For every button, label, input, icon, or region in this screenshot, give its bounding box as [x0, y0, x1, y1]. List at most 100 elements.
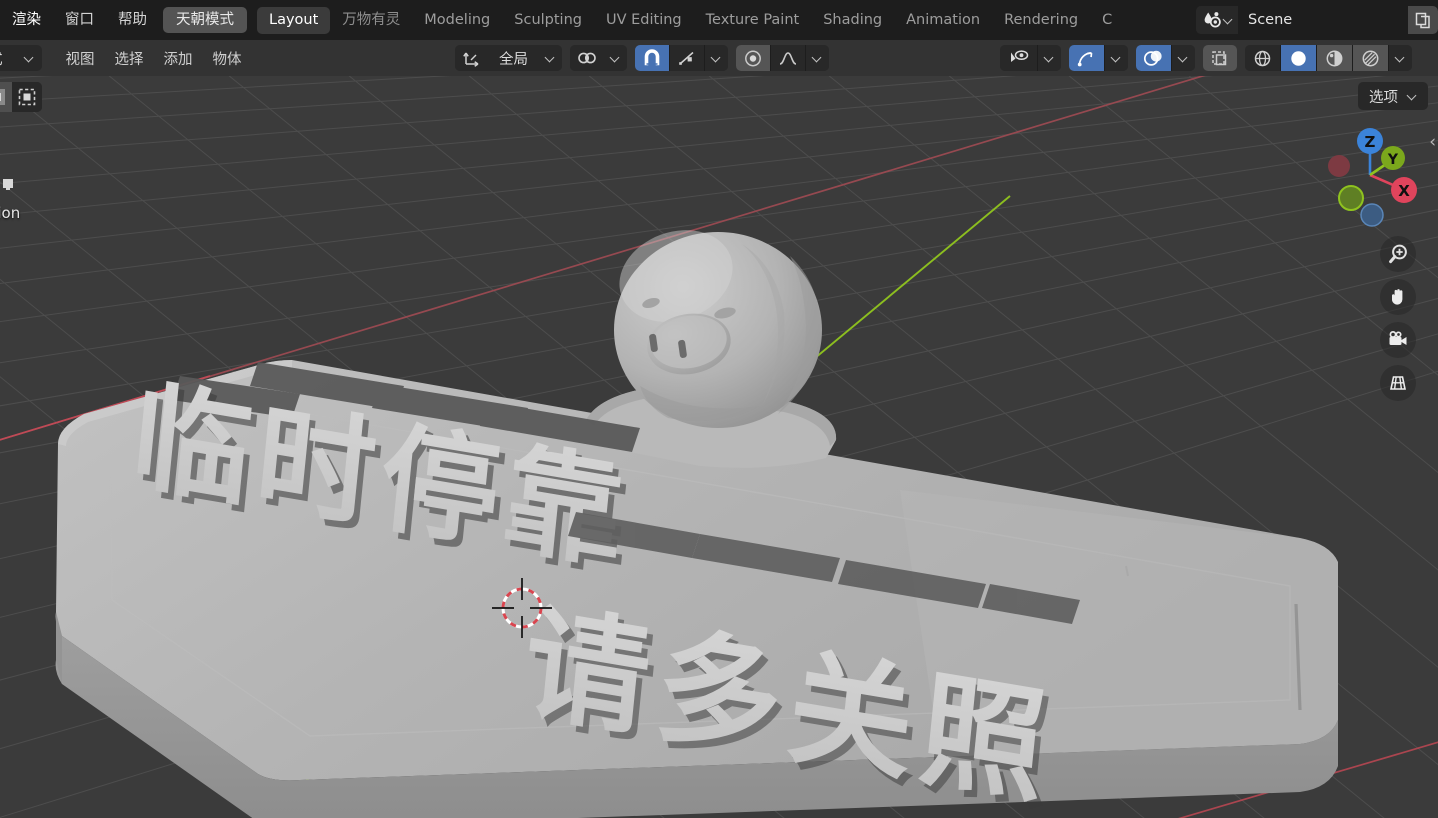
chevron-down-icon	[1408, 92, 1417, 101]
shading-dropdown-button[interactable]	[1388, 45, 1412, 71]
tab-animation[interactable]: Animation	[894, 7, 992, 34]
menu-help[interactable]: 帮助	[106, 0, 159, 40]
gizmo-label-y: Y	[1387, 152, 1399, 168]
solid-shading-icon[interactable]	[1280, 45, 1316, 71]
camera-view-icon[interactable]	[1380, 322, 1416, 358]
orientation-icon[interactable]	[455, 45, 488, 71]
transform-orientation-value[interactable]: 全局	[488, 45, 539, 71]
tab-texture-paint[interactable]: Texture Paint	[694, 7, 812, 34]
sidebar-toggle-icon[interactable]: ‹	[1429, 134, 1436, 151]
chevron-down-icon	[611, 54, 620, 63]
navigation-gizmo[interactable]: Z Y X	[1315, 120, 1425, 230]
object-visibility-group	[1000, 45, 1061, 71]
tab-wanwuyouling[interactable]: 万物有灵	[330, 7, 412, 34]
menu-render[interactable]: 渲染	[0, 0, 53, 40]
gizmo-icon[interactable]	[1069, 45, 1104, 71]
chevron-down-icon	[712, 54, 721, 63]
header-menu-object[interactable]: 物体	[203, 48, 252, 69]
viewport-nav-buttons	[1380, 236, 1416, 401]
scene-selector: Scene	[1196, 6, 1438, 34]
menu-tianchao-mode[interactable]: 天朝模式	[163, 7, 247, 33]
orthographic-grid-icon[interactable]	[1380, 365, 1416, 401]
rendered-shading-icon[interactable]	[1352, 45, 1388, 71]
workspace-tabs: Layout 万物有灵 Modeling Sculpting UV Editin…	[257, 0, 1124, 40]
options-label: 选项	[1369, 89, 1398, 106]
scene-browse-icon[interactable]	[1196, 6, 1238, 34]
tweak-select-icon[interactable]	[0, 82, 12, 112]
header-center-controls: 全局	[455, 45, 829, 71]
collection-name: ection	[0, 204, 21, 222]
menu-window[interactable]: 窗口	[53, 0, 106, 40]
orientation-label: 全局	[499, 51, 528, 68]
transform-orientation-group: 全局	[455, 45, 562, 71]
top-bar-menus: 渲染 窗口 帮助 天朝模式	[0, 0, 247, 40]
scene-controls: Scene	[1196, 0, 1438, 40]
chevron-down-icon	[1112, 54, 1121, 63]
chevron-down-icon	[1396, 54, 1405, 63]
wireframe-shading-icon[interactable]	[1245, 45, 1280, 71]
tab-uv-editing[interactable]: UV Editing	[594, 7, 694, 34]
snap-increment-icon[interactable]	[669, 45, 704, 71]
chevron-down-icon	[1179, 54, 1188, 63]
viewport-collection-label: ection	[0, 179, 21, 222]
xray-group	[1203, 45, 1237, 71]
user-perspective-icon	[0, 176, 16, 192]
snap-target-icon[interactable]	[570, 45, 604, 71]
header-menu-select[interactable]: 选择	[105, 48, 154, 69]
zoom-icon[interactable]	[1380, 236, 1416, 272]
object-mode-selector[interactable]: 式	[0, 45, 42, 71]
new-scene-icon[interactable]	[1408, 6, 1438, 34]
gizmo-axis-neg-z	[1360, 203, 1384, 227]
gizmo-dropdown-button[interactable]	[1104, 45, 1128, 71]
3d-viewport[interactable]: 临时停靠 临时停靠 请多关照 请多关照 on 选项 ‹ Z Y X	[0, 76, 1438, 818]
material-preview-shading-icon[interactable]	[1316, 45, 1352, 71]
viewport-header: 式 视图 选择 添加 物体	[0, 40, 1438, 76]
snap-target-dropdown-button[interactable]	[604, 45, 627, 71]
scene-name-field[interactable]: Scene	[1238, 6, 1408, 34]
chevron-down-icon	[546, 54, 555, 63]
magnet-icon[interactable]	[635, 45, 669, 71]
chevron-down-icon	[25, 54, 34, 63]
snap-dropdown-button[interactable]	[704, 45, 728, 71]
tab-rendering[interactable]: Rendering	[992, 7, 1090, 34]
gizmo-label-z: Z	[1365, 133, 1376, 151]
shading-modes-group	[1245, 45, 1412, 71]
gizmo-group	[1069, 45, 1128, 71]
falloff-dropdown-button[interactable]	[805, 45, 829, 71]
header-menus: 视图 选择 添加 物体	[56, 48, 252, 69]
tab-layout[interactable]: Layout	[257, 6, 331, 34]
overlays-group	[1136, 45, 1195, 71]
select-mode-toolbar	[0, 82, 42, 112]
tab-shading[interactable]: Shading	[811, 7, 894, 34]
header-menu-view[interactable]: 视图	[56, 48, 105, 69]
mode-label: 式	[0, 48, 3, 69]
tab-modeling[interactable]: Modeling	[412, 7, 502, 34]
gizmo-label-x: X	[1398, 182, 1410, 200]
gizmo-axis-neg-y	[1338, 185, 1364, 211]
header-right-controls	[1000, 45, 1412, 71]
smooth-falloff-icon[interactable]	[770, 45, 805, 71]
chevron-down-icon	[1224, 16, 1233, 25]
snap-group	[635, 45, 728, 71]
visibility-dropdown-button[interactable]	[1037, 45, 1061, 71]
viewport-options-button[interactable]: 选项	[1358, 82, 1428, 110]
chevron-down-icon	[813, 54, 822, 63]
orientation-dropdown-button[interactable]	[539, 45, 562, 71]
box-select-icon[interactable]	[12, 82, 42, 112]
overlays-icon[interactable]	[1136, 45, 1171, 71]
object-types-visibility-icon[interactable]	[1000, 45, 1037, 71]
tab-sculpting[interactable]: Sculpting	[502, 7, 594, 34]
header-menu-add[interactable]: 添加	[154, 48, 203, 69]
hand-pan-icon[interactable]	[1380, 279, 1416, 315]
overlays-dropdown-button[interactable]	[1171, 45, 1195, 71]
tab-compositing[interactable]: C	[1090, 7, 1124, 34]
chevron-down-icon	[1045, 54, 1054, 63]
gizmo-axis-neg-x	[1328, 155, 1350, 177]
blender-window: 渲染 窗口 帮助 天朝模式 Layout 万物有灵 Modeling Sculp…	[0, 0, 1438, 818]
viewport-render: 临时停靠 临时停靠 请多关照 请多关照	[0, 76, 1438, 818]
xray-toggle-icon[interactable]	[1203, 45, 1237, 71]
proportional-editing-group	[736, 45, 829, 71]
snap-target-group	[570, 45, 627, 71]
proportional-editing-icon[interactable]	[736, 45, 770, 71]
top-bar: 渲染 窗口 帮助 天朝模式 Layout 万物有灵 Modeling Sculp…	[0, 0, 1438, 40]
